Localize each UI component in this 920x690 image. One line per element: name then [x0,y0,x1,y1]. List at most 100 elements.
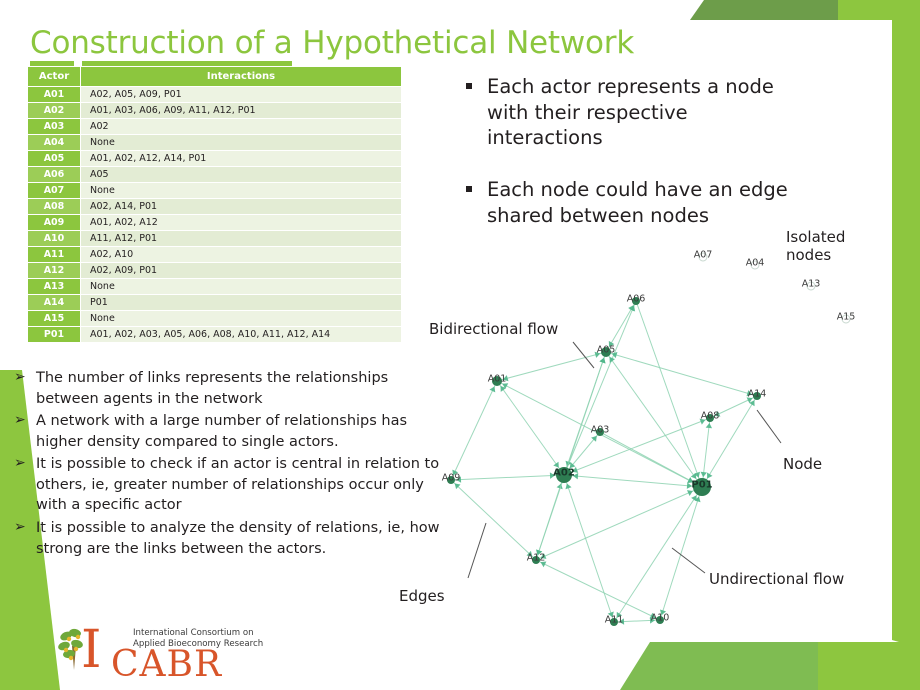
network-edge [605,351,703,488]
cell-interactions: A11, A12, P01 [80,230,402,247]
network-node-label: A07 [693,249,713,261]
cell-actor: A05 [27,150,81,167]
right-bullet-text: Each actor represents a node with their … [487,75,774,150]
table-row: A08 A02, A14, P01 [27,198,402,215]
cell-interactions: A05 [80,166,402,183]
left-bullet-text: The number of links represents the relat… [36,370,389,407]
table-row: A07 None [27,182,402,199]
actor-interactions-table: Actor Interactions A01 A02, A05, A09, P01… [27,66,402,343]
table-row: A14 P01 [27,294,402,311]
table-body: A01 A02, A05, A09, P01 A02 A01, A03, A06, A… [27,86,402,343]
left-bullet-text: It is possible to analyze the density of… [36,520,440,557]
network-edge [496,351,607,382]
cell-interactions: A02, A10 [80,246,402,263]
network-edge [496,380,565,476]
arrow-bullet-icon: ➢ [14,519,26,536]
cell-interactions: A01, A02, A12 [80,214,402,231]
table-row: A01 A02, A05, A09, P01 [27,86,402,103]
table-row: A13 None [27,278,402,295]
table-row: A10 A11, A12, P01 [27,230,402,247]
network-edge [659,486,703,621]
network-edge [563,300,637,476]
cell-actor: A04 [27,134,81,151]
cell-interactions: P01 [80,294,402,311]
left-bullet-list: ➢ The number of links represents the rela… [14,368,454,561]
cell-actor: A02 [27,102,81,119]
network-edge [605,351,758,397]
right-bullet-item: Each actor represents a node with their … [466,74,806,151]
cell-actor: A09 [27,214,81,231]
cell-actor: A07 [27,182,81,199]
annotation-isolated-nodes: Isolated nodes [786,228,846,264]
network-node-label: A04 [745,257,765,269]
network-edge [635,300,703,488]
slide-root: Construction of a Hypothetical Network A… [0,0,920,690]
table-header-row: Actor Interactions [27,66,402,87]
cell-interactions: A02, A05, A09, P01 [80,86,402,103]
arrow-bullet-icon: ➢ [14,369,26,385]
edge-arrowhead [705,422,713,429]
table-row: A11 A02, A10 [27,246,402,263]
annotation-undirectional-flow: Undirectional flow [709,570,845,588]
network-node-label: A14 [747,388,767,400]
cell-interactions: None [80,310,402,327]
network-node-label: A08 [700,410,720,422]
table-row: A02 A01, A03, A06, A09, A11, A12, P01 [27,102,402,119]
network-node-label: A15 [836,311,856,323]
left-bullet-item: ➢ The number of links represents the rela… [14,368,454,409]
table-row: A06 A05 [27,166,402,183]
cell-interactions: None [80,134,402,151]
network-node-label: A05 [596,344,616,356]
left-bullet-item: ➢ It is possible to analyze the density o… [14,518,454,559]
annotation-bidirectional-flow: Bidirectional flow [429,320,559,338]
cell-interactions: None [80,182,402,199]
table-row: A12 A02, A09, P01 [27,262,402,279]
left-bullet-item: ➢ It is possible to check if an actor is … [14,454,454,516]
cell-actor: A06 [27,166,81,183]
cell-actor: P01 [27,326,81,343]
table-row: A03 A02 [27,118,402,135]
table-row: P01 A01, A02, A03, A05, A06, A08, A10, A1… [27,326,402,343]
network-node-label: A09 [441,472,461,484]
top-dark-band-decoration [690,0,865,20]
logo-subtitle-line1: International Consortium on [133,628,254,638]
cell-actor: A01 [27,86,81,103]
column-header-actor: Actor [27,66,81,87]
network-diagram: A01 A02 A03 A04 A05 A06 A07 A08 A09 A10 A11 A12 A13 A… [420,225,920,645]
cell-actor: A13 [27,278,81,295]
cell-interactions: A01, A02, A12, A14, P01 [80,150,402,167]
network-node-label: A13 [801,278,821,290]
network-node-label: A01 [487,373,507,385]
cell-actor: A14 [27,294,81,311]
table-row: A04 None [27,134,402,151]
cell-interactions: A02, A14, P01 [80,198,402,215]
arrow-bullet-icon: ➢ [14,412,26,429]
network-node-label: A12 [526,552,546,564]
cell-actor: A08 [27,198,81,215]
bullet-square-icon [466,186,472,193]
table-row: A09 A01, A02, A12 [27,214,402,231]
network-edge [450,380,498,481]
right-bullet-item: Each node could have an edge shared betw… [466,177,806,228]
network-graph-svg [447,252,851,626]
arrow-bullet-icon: ➢ [14,455,26,472]
cell-actor: A10 [27,230,81,247]
network-node-label: P01 [691,479,713,491]
table-row: A05 A01, A02, A12, A14, P01 [27,150,402,167]
annotation-node: Node [783,455,823,473]
network-node-label: A03 [590,424,610,436]
top-bright-band-decoration [838,0,920,20]
cell-interactions: A02 [80,118,402,135]
bullet-square-icon [466,83,472,89]
cell-actor: A15 [27,310,81,327]
network-node-label: A10 [650,612,670,624]
cell-interactions: A01, A03, A06, A09, A11, A12, P01 [80,102,402,119]
edge-arrowhead [700,471,707,478]
left-bullet-item: ➢ A network with a large number of relati… [14,411,454,452]
cell-interactions: None [80,278,402,295]
page-title: Construction of a Hypothetical Network [30,25,635,61]
logo-letter-i: I [81,620,102,680]
icabr-logo: I International Consortium on Applied Bi… [55,622,270,684]
network-edge [535,486,703,561]
cell-interactions: A02, A09, P01 [80,262,402,279]
